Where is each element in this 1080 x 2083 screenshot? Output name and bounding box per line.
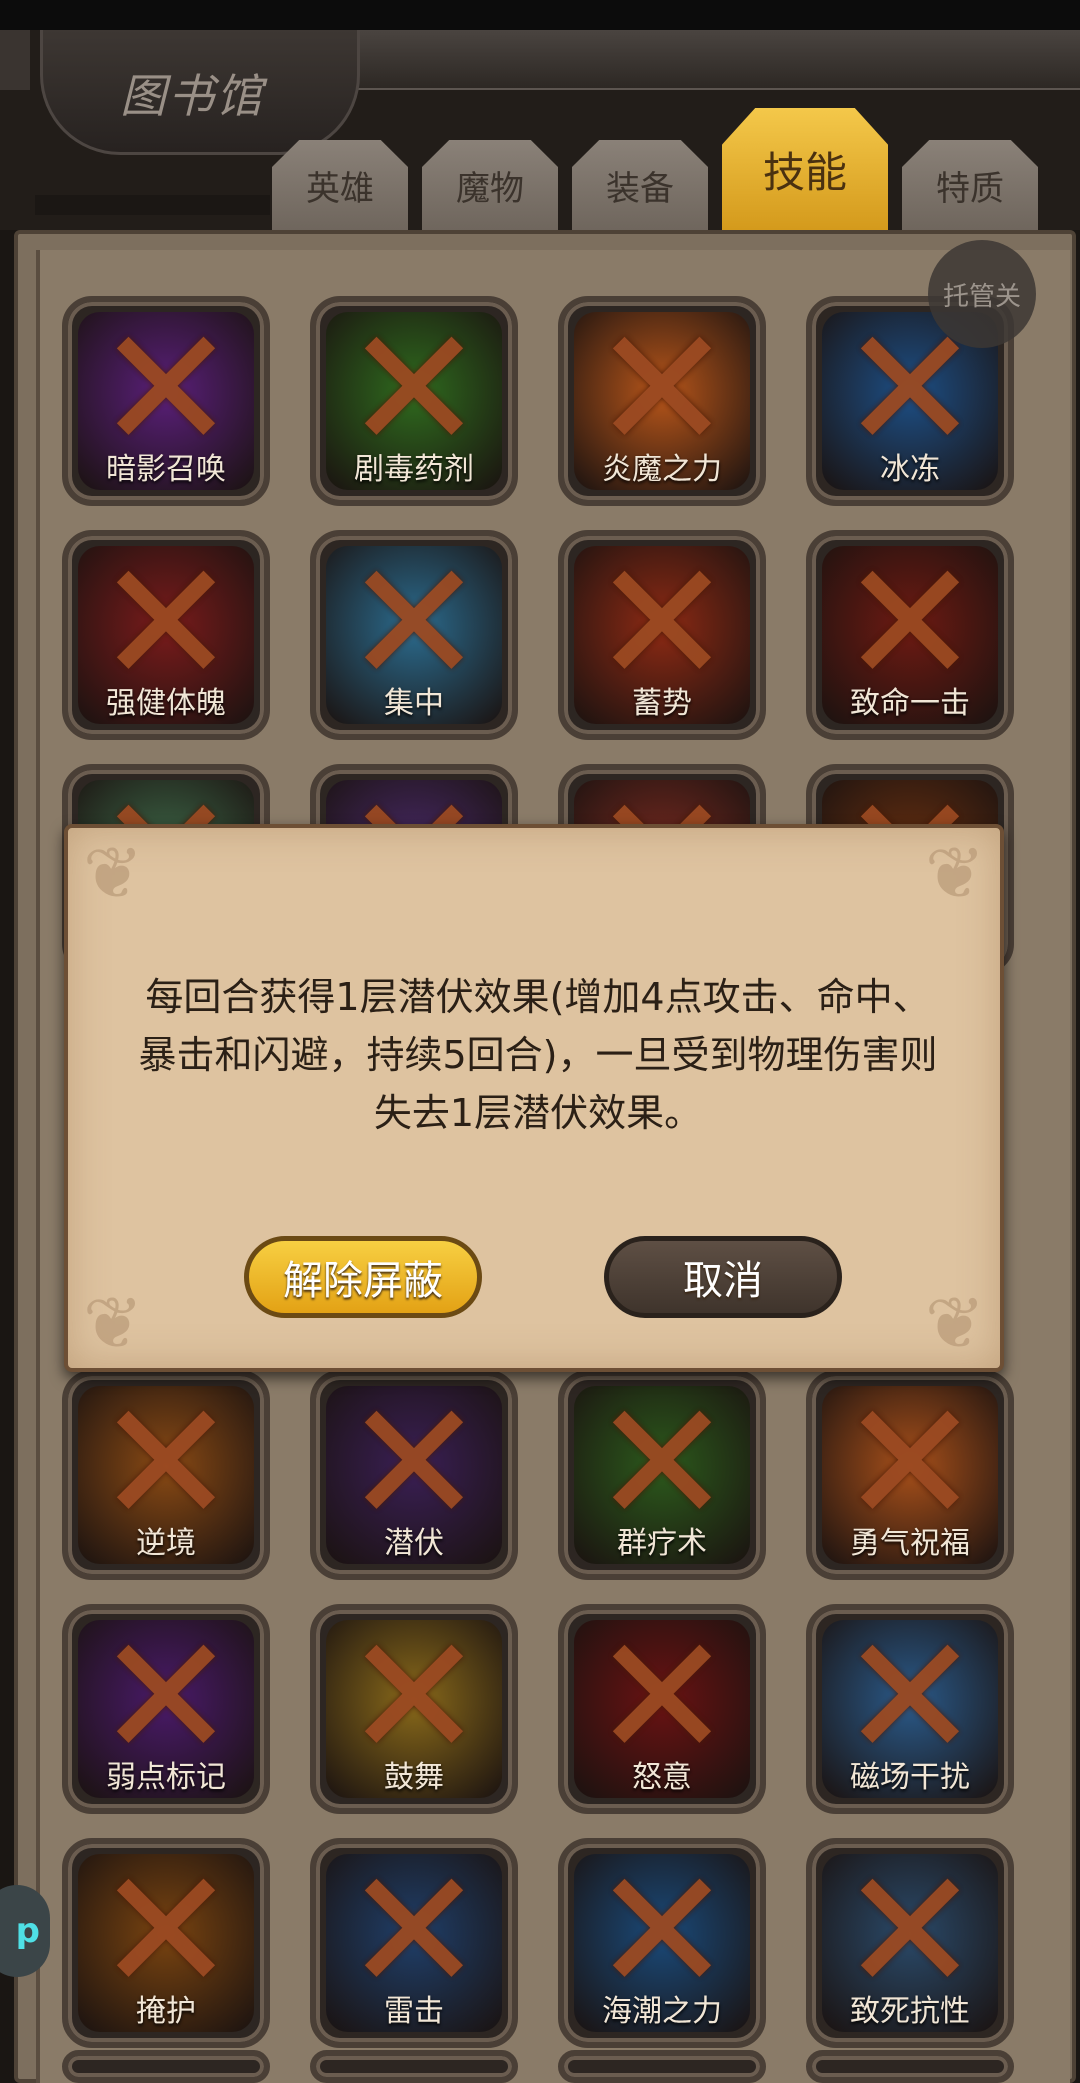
unblock-button[interactable]: 解除屏蔽 (244, 1236, 482, 1318)
cancel-button[interactable]: 取消 (604, 1236, 842, 1318)
ornament-icon: ❦ (82, 831, 144, 915)
skill-description: 每回合获得1层潜伏效果(增加4点攻击、命中、暴击和闪避，持续5回合)，一旦受到物… (138, 975, 938, 1135)
skill-dialog: ❦ ❦ ❦ ❦ 每回合获得1层潜伏效果(增加4点攻击、命中、暴击和闪避，持续5回… (64, 824, 1004, 1372)
ornament-icon: ❦ (924, 1281, 986, 1365)
ornament-icon: ❦ (82, 1281, 144, 1365)
ornament-icon: ❦ (924, 831, 986, 915)
